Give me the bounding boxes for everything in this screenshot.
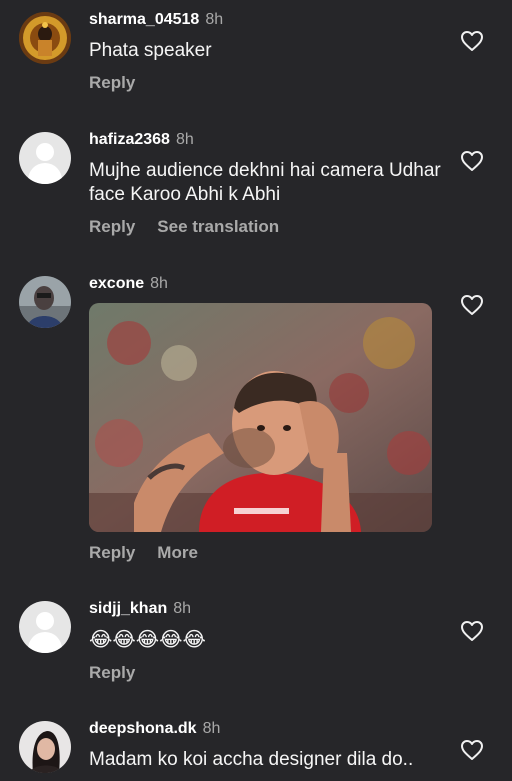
- more-button[interactable]: More: [157, 543, 198, 562]
- avatar-image: [19, 276, 71, 328]
- comment-meta: deepshona.dk 8h: [89, 720, 220, 738]
- comment-text: 😂😂😂😂😂: [89, 629, 206, 651]
- timestamp: 8h: [173, 600, 192, 617]
- comment-meta: sidjj_khan 8h: [89, 600, 191, 618]
- username[interactable]: sidjj_khan: [89, 600, 167, 617]
- username[interactable]: sharma_04518: [89, 11, 199, 28]
- avatar[interactable]: [19, 721, 71, 773]
- comment-meta: excone 8h: [89, 275, 168, 293]
- reply-button[interactable]: Reply: [89, 73, 135, 92]
- heart-outline-icon[interactable]: [460, 739, 484, 761]
- avatar[interactable]: [19, 12, 71, 64]
- username[interactable]: deepshona.dk: [89, 720, 197, 737]
- avatar-image: [19, 12, 71, 64]
- comment-text: Mujhe audience dekhni hai camera Udhar f…: [89, 160, 441, 205]
- username[interactable]: excone: [89, 275, 144, 292]
- gif-media[interactable]: [89, 303, 432, 532]
- avatar[interactable]: [19, 276, 71, 328]
- avatar-image: [19, 721, 71, 773]
- comment-meta: sharma_04518 8h: [89, 11, 223, 29]
- comment-text: Phata speaker: [89, 40, 212, 61]
- heart-outline-icon[interactable]: [460, 150, 484, 172]
- heart-outline-icon[interactable]: [460, 30, 484, 52]
- comment-actions: Reply See translation: [89, 217, 301, 237]
- comment-meta: hafiza2368 8h: [89, 131, 194, 149]
- timestamp: 8h: [202, 720, 221, 737]
- comment-text: Madam ko koi accha designer dila do..: [89, 749, 414, 770]
- timestamp: 8h: [175, 131, 194, 148]
- see-translation-button[interactable]: See translation: [157, 217, 279, 236]
- timestamp: 8h: [150, 275, 168, 292]
- heart-outline-icon[interactable]: [460, 294, 484, 316]
- default-avatar-icon[interactable]: [19, 132, 71, 184]
- comment-actions: Reply More: [89, 543, 220, 563]
- reply-button[interactable]: Reply: [89, 217, 135, 236]
- default-avatar-icon[interactable]: [19, 601, 71, 653]
- username[interactable]: hafiza2368: [89, 131, 170, 148]
- gif-football-player-holding-head: [89, 303, 432, 532]
- heart-outline-icon[interactable]: [460, 620, 484, 642]
- timestamp: 8h: [205, 11, 224, 28]
- reply-button[interactable]: Reply: [89, 663, 135, 682]
- reply-button[interactable]: Reply: [89, 543, 135, 562]
- comment-actions: Reply: [89, 663, 157, 683]
- comment-actions: Reply: [89, 73, 157, 93]
